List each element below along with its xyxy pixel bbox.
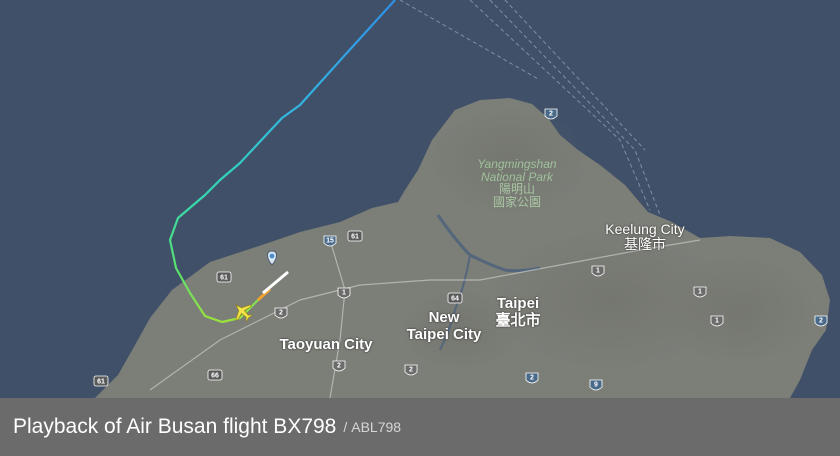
new-taipei-line1: New [428,309,460,326]
svg-text:2: 2 [409,367,413,374]
route-shield: 1 [337,287,351,299]
svg-text:2: 2 [549,111,553,118]
svg-text:1: 1 [715,318,719,325]
route-shield: 2 [274,307,288,319]
playback-title: Playback of Air Busan flight BX798 [13,415,337,438]
taoyuan-name: Taoyuan City [279,336,373,353]
route-shield: 2 [544,108,558,120]
keelung-name-zh: 基隆市 [624,236,666,253]
park-name-line1: Yangmingshan [477,157,557,171]
route-shield: 2 [814,315,828,327]
svg-text:64: 64 [451,296,459,303]
svg-text:2: 2 [530,375,534,382]
route-shield: 1 [710,315,724,327]
title-separator: / [343,419,348,435]
place-label-taoyuan: Taoyuan City [268,336,384,354]
svg-text:9: 9 [594,382,598,389]
svg-text:1: 1 [698,289,702,296]
place-label-new-taipei: New Taipei City [396,309,492,343]
taipei-name-zh: 臺北市 [495,311,541,329]
svg-text:61: 61 [97,379,105,386]
new-taipei-line2: Taipei City [406,325,482,343]
route-shield: 66 [207,369,223,381]
svg-text:15: 15 [326,238,334,245]
flight-info-bar: Playback of Air Busan flight BX798 / ABL… [0,398,840,456]
route-shield: 1 [591,265,605,277]
route-shield: 2 [332,360,346,372]
place-label-keelung: Keelung City 基隆市 [595,221,695,253]
svg-text:1: 1 [342,290,346,297]
route-shield: 1 [693,286,707,298]
svg-text:2: 2 [819,318,823,325]
svg-text:2: 2 [279,310,283,317]
svg-text:2: 2 [337,363,341,370]
svg-text:1: 1 [596,268,600,275]
route-shield: 61 [93,375,109,387]
place-label-taipei: Taipei 臺北市 [484,295,552,329]
route-shield: 64 [447,292,463,304]
taipei-name: Taipei [496,295,540,312]
svg-text:61: 61 [220,275,228,282]
park-name-zh-line2: 國家公園 [492,194,541,209]
route-shield: 2 [404,364,418,376]
svg-text:66: 66 [211,373,219,380]
route-shield: 9 [589,379,603,391]
route-shield: 15 [323,235,337,247]
park-name-zh-line1: 陽明山 [498,182,535,197]
flight-callsign: ABL798 [351,419,402,435]
route-shield: 2 [525,372,539,384]
route-shield: 61 [347,230,363,242]
route-shield: 61 [216,271,232,283]
svg-text:61: 61 [351,234,359,241]
place-label-yangmingshan: Yangmingshan National Park 陽明山 國家公園 [462,158,572,208]
